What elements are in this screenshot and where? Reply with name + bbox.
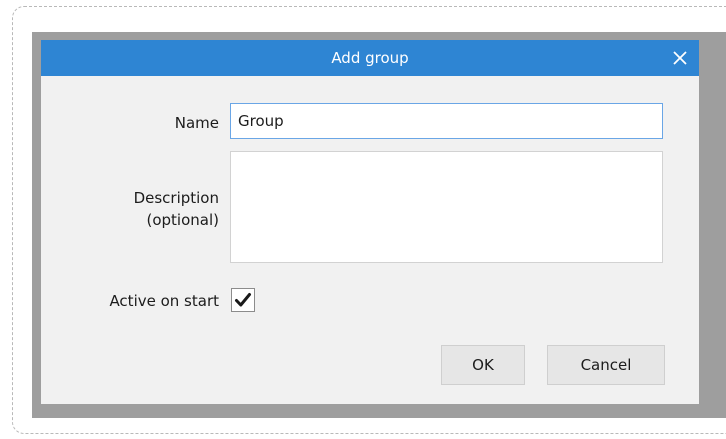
description-input[interactable]	[230, 151, 663, 263]
description-label-line1: Description	[133, 189, 219, 207]
active-on-start-checkbox[interactable]	[231, 288, 255, 312]
description-label-line2: (optional)	[146, 211, 220, 229]
name-input[interactable]	[230, 103, 663, 139]
ok-button[interactable]: OK	[441, 345, 525, 385]
dialog-title: Add group	[331, 49, 409, 67]
description-label: Description (optional)	[59, 187, 219, 231]
close-icon	[673, 51, 687, 65]
close-button[interactable]	[667, 44, 693, 72]
cancel-button[interactable]: Cancel	[547, 345, 665, 385]
name-label: Name	[174, 114, 219, 132]
checkmark-icon	[235, 293, 251, 307]
dialog-titlebar: Add group	[41, 40, 699, 76]
add-group-dialog: Add group Name Description (optional) Ac…	[41, 40, 699, 404]
active-on-start-label: Active on start	[109, 292, 219, 310]
